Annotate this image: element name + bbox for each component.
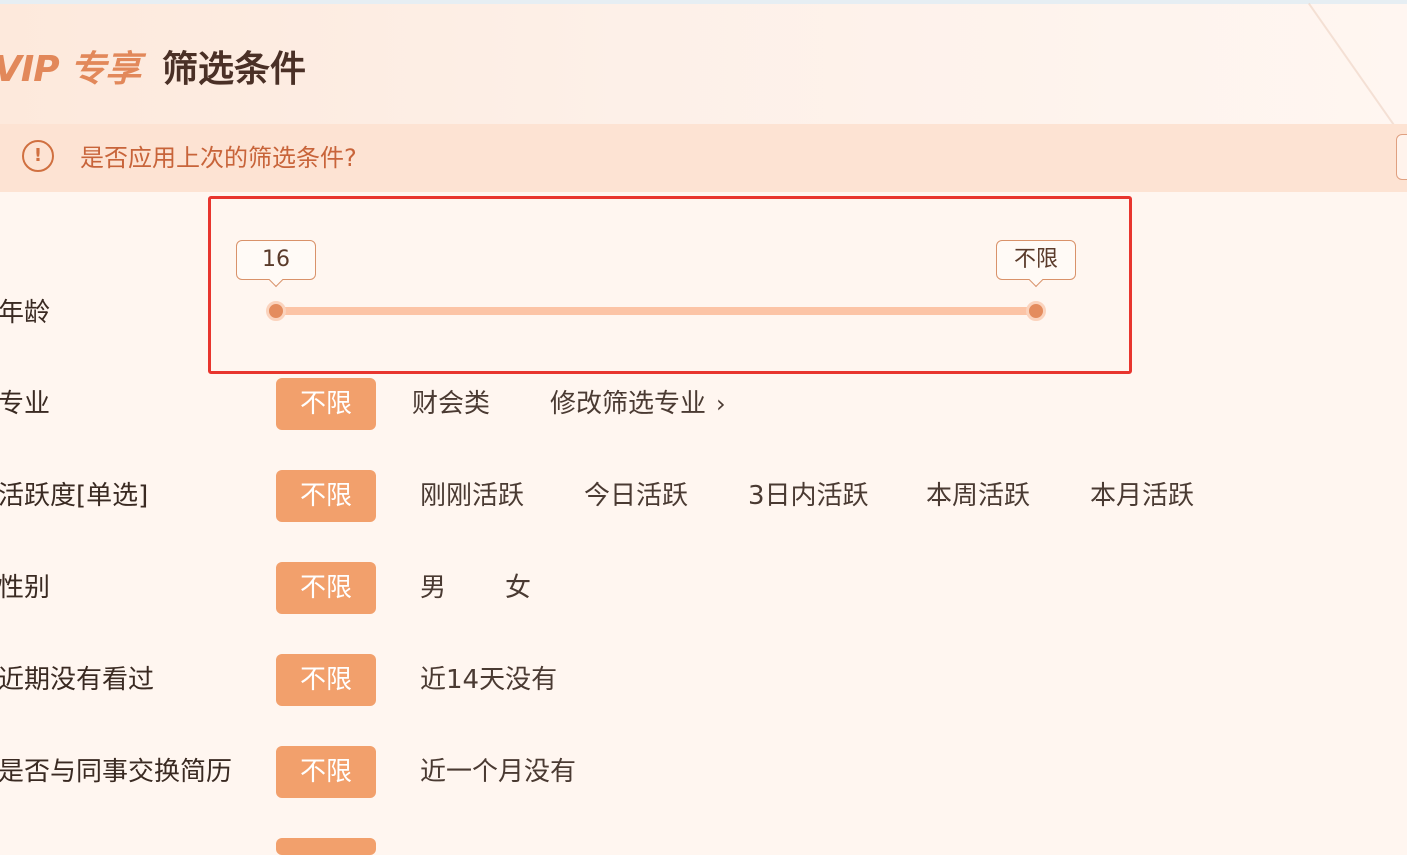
- exchanged-resume-label: 是否与同事交换简历: [0, 757, 233, 787]
- activity-option-just-now[interactable]: 刚刚活跃: [420, 481, 524, 511]
- activity-option-month[interactable]: 本月活跃: [1090, 481, 1194, 511]
- highlight-box: [208, 196, 1132, 374]
- activity-option-3days[interactable]: 3日内活跃: [748, 481, 869, 511]
- next-row-badge-partial[interactable]: [276, 838, 376, 855]
- exclamation-circle-icon: !: [22, 140, 54, 172]
- exchanged-resume-option-unlimited[interactable]: 不限: [276, 746, 376, 798]
- recently-viewed-option-14days[interactable]: 近14天没有: [420, 665, 557, 695]
- recently-viewed-label: 近期没有看过: [0, 665, 155, 695]
- edit-major-link[interactable]: 修改筛选专业 ›: [550, 389, 726, 419]
- major-label: 专业: [0, 389, 51, 419]
- activity-option-week[interactable]: 本周活跃: [926, 481, 1030, 511]
- activity-label: 活跃度[单选]: [0, 481, 149, 511]
- gender-option-female[interactable]: 女: [505, 573, 531, 603]
- page-title: 筛选条件: [162, 49, 307, 90]
- major-option-accounting[interactable]: 财会类: [412, 389, 490, 419]
- major-option-unlimited[interactable]: 不限: [276, 378, 376, 430]
- vip-badge: VIP 专享: [0, 49, 141, 90]
- edit-major-label: 修改筛选专业: [550, 389, 707, 419]
- recently-viewed-option-unlimited[interactable]: 不限: [276, 654, 376, 706]
- activity-option-unlimited[interactable]: 不限: [276, 470, 376, 522]
- gender-label: 性别: [0, 573, 51, 603]
- notice-apply-button[interactable]: [1396, 134, 1407, 180]
- activity-option-today[interactable]: 今日活跃: [584, 481, 688, 511]
- age-label: 年龄: [0, 298, 51, 328]
- gender-option-male[interactable]: 男: [420, 573, 446, 603]
- exchanged-resume-option-month[interactable]: 近一个月没有: [420, 757, 576, 787]
- chevron-right-icon: ›: [716, 390, 726, 418]
- notice-text: 是否应用上次的筛选条件?: [80, 144, 357, 172]
- gender-option-unlimited[interactable]: 不限: [276, 562, 376, 614]
